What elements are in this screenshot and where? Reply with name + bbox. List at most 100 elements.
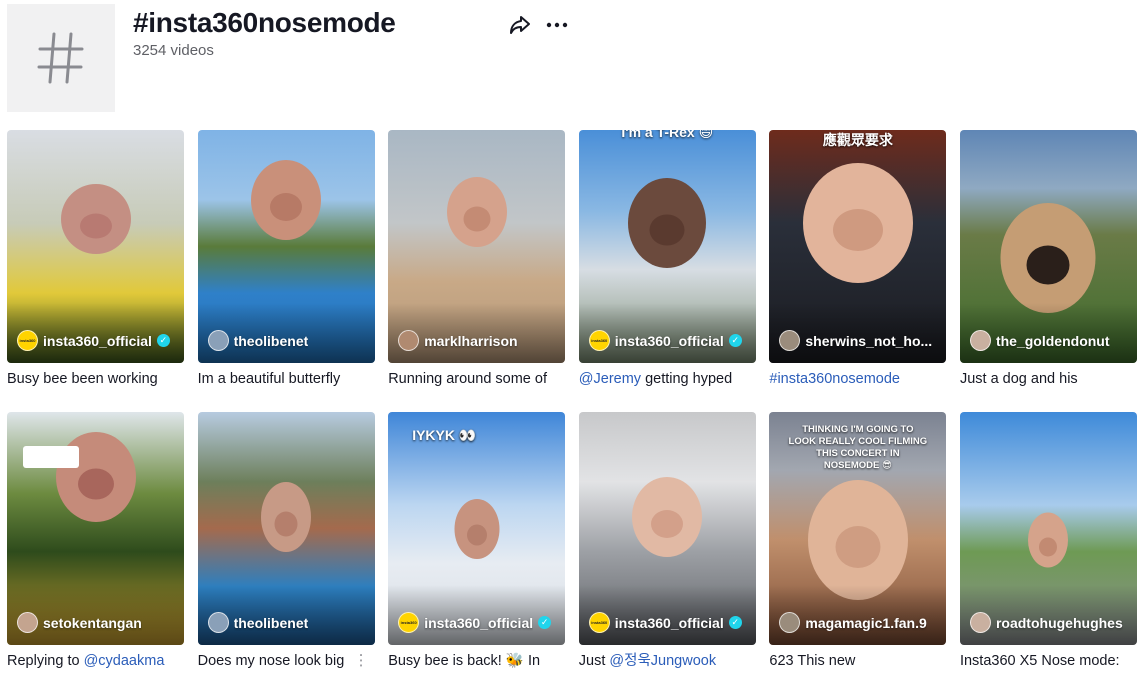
video-card[interactable]: marklharrison Running around some of — [388, 130, 566, 388]
avatar — [207, 612, 229, 633]
avatar — [17, 612, 38, 633]
subject-nose — [649, 214, 685, 246]
video-caption[interactable]: Busy bee been working — [7, 370, 184, 388]
video-thumbnail[interactable]: setokentangan — [7, 412, 184, 645]
author-name[interactable]: insta360_official — [424, 615, 533, 631]
author-link[interactable]: magamagic1.fan.9 — [779, 612, 940, 633]
avatar — [207, 330, 229, 351]
video-caption[interactable]: 623 This new — [769, 652, 946, 670]
video-thumbnail[interactable]: THINKING I'M GOING TO LOOK REALLY COOL F… — [769, 412, 947, 645]
author-link[interactable]: insta360 insta360_official ✓ — [588, 330, 750, 351]
caption-text: Replying to — [7, 653, 84, 669]
video-caption[interactable]: Just a dog and his — [960, 370, 1137, 388]
video-thumbnail[interactable]: insta360 insta360_official ✓ — [7, 130, 184, 363]
author-name[interactable]: the_goldendonut — [996, 333, 1110, 349]
video-card[interactable]: setokentangan Replying to @cydaakma — [7, 412, 184, 670]
video-card[interactable]: insta360 insta360_official ✓ Just @정욱Jungwo… — [578, 412, 756, 670]
video-thumbnail[interactable]: I'm a T-Rex 😄 insta360 insta360_official ✓ — [578, 130, 756, 363]
video-thumbnail[interactable]: insta360 insta360_official ✓ — [578, 412, 756, 645]
caption-text: Busy bee been working — [7, 371, 158, 387]
video-card[interactable]: I'm a T-Rex 😄 insta360 insta360_official ✓ @… — [578, 130, 756, 388]
subject-nose — [1026, 245, 1070, 285]
author-link[interactable]: roadtohugehughes — [969, 612, 1131, 633]
author-name[interactable]: setokentangan — [43, 615, 142, 631]
author-name[interactable]: theolibenet — [234, 615, 309, 631]
author-name[interactable]: magamagic1.fan.9 — [805, 615, 926, 631]
video-grid: insta360 insta360_official ✓ Busy bee been … — [7, 130, 1137, 670]
subject-nose — [79, 213, 112, 239]
video-caption[interactable]: Replying to @cydaakma — [7, 652, 184, 670]
video-card[interactable]: the_goldendonut Just a dog and his — [959, 130, 1137, 388]
author-name[interactable]: insta360_official — [615, 333, 724, 349]
video-card[interactable]: IYKYK 👀 insta360 insta360_official ✓ Busy be… — [388, 412, 566, 670]
video-caption[interactable]: @Jeremy getting hyped — [579, 370, 756, 388]
caption-mention-link[interactable]: @Jeremy — [579, 370, 641, 388]
video-caption[interactable]: Just @정욱Jungwook — [579, 652, 756, 670]
author-link[interactable]: insta360 insta360_official ✓ — [17, 330, 178, 351]
reply-comment-sticker — [23, 446, 79, 468]
caption-text: Insta360 X5 Nose mode: — [959, 653, 1120, 669]
video-card[interactable]: roadtohugehughes Insta360 X5 Nose mode: — [959, 412, 1137, 670]
video-caption[interactable]: Does my nose look big ⋮ — [198, 652, 375, 670]
more-dots-icon — [546, 22, 568, 28]
author-link[interactable]: sherwins_not_ho... — [779, 330, 940, 351]
more-options-button[interactable] — [543, 12, 571, 38]
video-overlay-text: I'm a T-Rex 😄 — [621, 130, 714, 140]
author-name[interactable]: sherwins_not_ho... — [805, 333, 932, 349]
subject-nose — [1039, 537, 1058, 557]
video-card[interactable]: theolibenet Does my nose look big ⋮ — [197, 412, 375, 670]
video-thumbnail[interactable]: IYKYK 👀 insta360 insta360_official ✓ — [388, 412, 566, 645]
verified-badge-icon: ✓ — [728, 616, 742, 629]
video-thumbnail[interactable]: roadtohugehughes — [959, 412, 1137, 645]
subject-nose — [463, 206, 491, 232]
author-name[interactable]: insta360_official — [43, 333, 152, 349]
caption-text: Does my nose look big — [197, 653, 345, 669]
caption-mention-link[interactable]: @cydaakma — [84, 652, 165, 670]
video-card[interactable]: theolibenet Im a beautiful butterfly — [197, 130, 375, 388]
caption-text: Running around some of — [388, 371, 547, 387]
video-caption[interactable]: #insta360nosemode — [769, 370, 946, 388]
verified-badge-icon: ✓ — [156, 334, 170, 347]
video-card[interactable]: THINKING I'M GOING TO LOOK REALLY COOL F… — [769, 412, 947, 670]
avatar — [969, 330, 991, 351]
subject-nose — [270, 192, 303, 221]
caption-mention-link[interactable]: @정욱Jungwook — [609, 652, 716, 670]
avatar: insta360 — [588, 612, 610, 633]
author-link[interactable]: insta360 insta360_official ✓ — [588, 612, 750, 633]
avatar — [779, 330, 801, 351]
author-link[interactable]: the_goldendonut — [969, 330, 1131, 351]
video-card[interactable]: 應觀眾要求 sherwins_not_ho... #insta360nosemode — [769, 130, 947, 388]
author-link[interactable]: setokentangan — [17, 612, 178, 633]
video-card[interactable]: insta360 insta360_official ✓ Busy bee been … — [7, 130, 184, 388]
author-name[interactable]: insta360_official — [615, 615, 724, 631]
video-overlay-text: IYKYK 👀 — [412, 427, 477, 443]
video-thumbnail[interactable]: 應觀眾要求 sherwins_not_ho... — [769, 130, 947, 363]
video-count: 3254 videos — [133, 42, 214, 59]
author-link[interactable]: theolibenet — [207, 330, 369, 351]
subject-nose — [466, 524, 487, 546]
video-caption[interactable]: Insta360 X5 Nose mode: — [960, 652, 1137, 670]
avatar: insta360 — [17, 330, 38, 351]
author-link[interactable]: marklharrison — [398, 330, 559, 351]
video-thumbnail[interactable]: theolibenet — [197, 130, 375, 363]
video-thumbnail[interactable]: marklharrison — [388, 130, 566, 363]
share-button[interactable] — [507, 12, 533, 38]
video-caption[interactable]: Running around some of — [388, 370, 565, 388]
page-title: #insta360nosemode — [133, 7, 396, 38]
video-thumbnail[interactable]: the_goldendonut — [959, 130, 1137, 363]
card-more-icon[interactable]: ⋮ — [354, 652, 375, 670]
caption-text: 623 This new — [769, 653, 856, 669]
video-overlay-text: THINKING I'M GOING TO LOOK REALLY COOL F… — [788, 424, 928, 471]
author-name[interactable]: roadtohugehughes — [996, 615, 1123, 631]
caption-mention-link[interactable]: #insta360nosemode — [769, 370, 900, 388]
video-thumbnail[interactable]: theolibenet — [197, 412, 375, 645]
caption-text: Just a dog and his — [959, 371, 1078, 387]
subject-nose — [274, 511, 298, 537]
caption-text: Busy bee is back! 🐝 In — [388, 653, 541, 669]
author-name[interactable]: marklharrison — [424, 333, 517, 349]
author-link[interactable]: insta360 insta360_official ✓ — [398, 612, 559, 633]
video-caption[interactable]: Im a beautiful butterfly — [198, 370, 375, 388]
video-caption[interactable]: Busy bee is back! 🐝 In — [388, 652, 565, 670]
author-link[interactable]: theolibenet — [207, 612, 369, 633]
author-name[interactable]: theolibenet — [234, 333, 309, 349]
